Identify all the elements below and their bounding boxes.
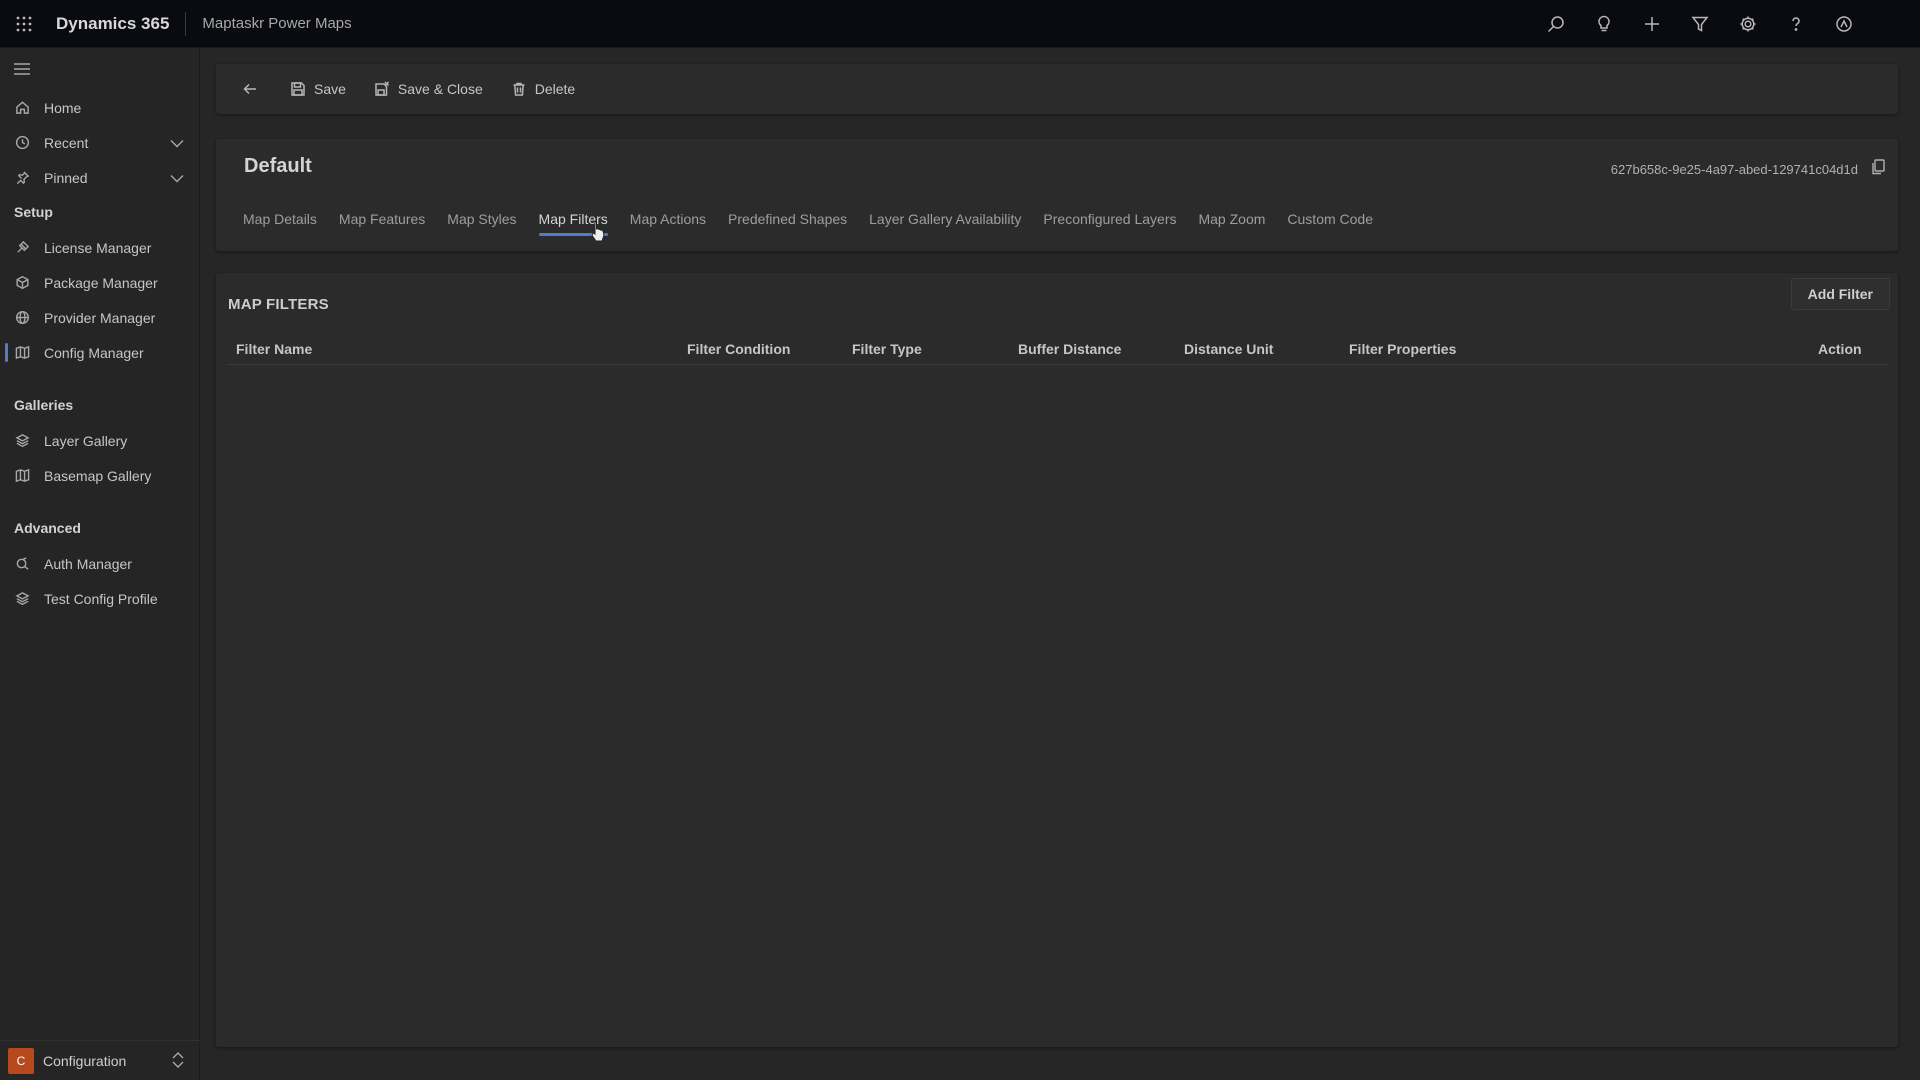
tab-layer-gallery-availability[interactable]: Layer Gallery Availability — [858, 209, 1032, 243]
area-badge: C — [8, 1047, 34, 1074]
area-label: Configuration — [43, 1052, 127, 1069]
license-icon — [14, 240, 30, 256]
tab-predefined-shapes[interactable]: Predefined Shapes — [717, 209, 858, 243]
sidebar-item-label: Layer Gallery — [44, 432, 128, 449]
sidebar-item-basemap-gallery[interactable]: Basemap Gallery — [0, 458, 199, 493]
delete-label: Delete — [534, 81, 576, 97]
chevron-down-icon[interactable] — [169, 135, 185, 154]
sidebar-item-label: Package Manager — [44, 274, 158, 291]
help-icon[interactable] — [1772, 0, 1820, 48]
gear-icon[interactable] — [1724, 0, 1772, 48]
record-header: Default 627b658c-9e25-4a97-abed-129741c0… — [216, 139, 1898, 251]
sidebar-item-pinned[interactable]: Pinned — [0, 160, 199, 195]
copilot-icon[interactable] — [1820, 0, 1868, 48]
brand-title[interactable]: Dynamics 365 — [48, 11, 187, 36]
command-bar: Save Save & Close Delete — [216, 64, 1898, 114]
sidebar-item-label: Config Manager — [44, 344, 144, 361]
tab-list: Map Details Map Features Map Styles Map … — [232, 209, 1384, 243]
layers-icon — [14, 591, 30, 607]
layers-icon — [14, 433, 30, 449]
app-name[interactable]: Maptaskr Power Maps — [186, 15, 351, 32]
copy-icon[interactable] — [1871, 159, 1886, 180]
section-header-setup: Setup — [14, 204, 53, 220]
tab-map-actions[interactable]: Map Actions — [619, 209, 717, 243]
filter-icon[interactable] — [1676, 0, 1724, 48]
save-close-label: Save & Close — [397, 81, 483, 97]
sidebar-item-label: Recent — [44, 134, 89, 151]
column-header-filter-properties[interactable]: Filter Properties — [1349, 341, 1456, 357]
record-id: 627b658c-9e25-4a97-abed-129741c04d1d — [1610, 162, 1858, 177]
top-actions — [1532, 0, 1868, 48]
column-header-buffer-distance[interactable]: Buffer Distance — [1018, 341, 1121, 357]
tab-preconfigured-layers[interactable]: Preconfigured Layers — [1032, 209, 1187, 243]
tab-map-styles[interactable]: Map Styles — [436, 209, 527, 243]
section-title: MAP FILTERS — [228, 296, 329, 313]
search-icon[interactable] — [1532, 0, 1580, 48]
sidebar-item-layer-gallery[interactable]: Layer Gallery — [0, 423, 199, 458]
sidebar-item-label: Auth Manager — [44, 555, 132, 572]
sidebar-item-label: Test Config Profile — [44, 590, 158, 607]
sidebar-item-label: Provider Manager — [44, 309, 156, 326]
tab-map-details[interactable]: Map Details — [232, 209, 328, 243]
save-button[interactable]: Save — [276, 64, 360, 114]
map-icon — [14, 468, 30, 484]
sidebar-item-label: License Manager — [44, 239, 152, 256]
sidebar: Home Recent Pinned Setup License Manager… — [0, 48, 200, 1080]
package-icon — [14, 275, 30, 291]
sidebar-item-label: Pinned — [44, 169, 88, 186]
tab-map-features[interactable]: Map Features — [328, 209, 436, 243]
clock-icon — [14, 135, 30, 151]
sidebar-item-recent[interactable]: Recent — [0, 125, 199, 160]
sidebar-item-test-config-profile[interactable]: Test Config Profile — [0, 581, 199, 616]
tab-map-zoom[interactable]: Map Zoom — [1187, 209, 1276, 243]
column-header-filter-type[interactable]: Filter Type — [852, 341, 922, 357]
arrow-left-icon — [243, 83, 256, 95]
home-icon — [14, 100, 30, 116]
back-button[interactable] — [216, 64, 276, 114]
add-filter-button[interactable]: Add Filter — [1790, 278, 1890, 310]
pin-icon — [14, 170, 30, 186]
area-switcher[interactable]: C Configuration — [0, 1040, 200, 1080]
save-close-button[interactable]: Save & Close — [360, 64, 497, 114]
globe-icon — [14, 310, 30, 326]
sidebar-item-license-manager[interactable]: License Manager — [0, 230, 199, 265]
app-launcher-icon[interactable] — [0, 0, 48, 48]
tab-custom-code[interactable]: Custom Code — [1276, 209, 1384, 243]
trash-icon — [513, 82, 525, 96]
auth-icon — [14, 556, 30, 572]
top-bar: Dynamics 365 Maptaskr Power Maps — [0, 0, 1920, 48]
sidebar-item-auth-manager[interactable]: Auth Manager — [0, 546, 199, 581]
chevron-down-icon[interactable] — [169, 170, 185, 189]
main-content: Save Save & Close Delete Default 627b658… — [200, 48, 1920, 1080]
save-label: Save — [314, 81, 346, 97]
save-icon — [291, 82, 305, 96]
sidebar-item-label: Home — [44, 99, 82, 116]
lightbulb-icon[interactable] — [1580, 0, 1628, 48]
save-close-icon — [375, 81, 389, 96]
sidebar-item-label: Basemap Gallery — [44, 467, 152, 484]
hamburger-menu-icon[interactable] — [0, 48, 199, 90]
plus-icon[interactable] — [1628, 0, 1676, 48]
column-header-filter-name[interactable]: Filter Name — [236, 341, 312, 357]
map-icon — [14, 345, 30, 361]
chevron-updown-icon[interactable] — [170, 1051, 186, 1074]
map-filters-section: MAP FILTERS Add Filter Filter Name Filte… — [216, 273, 1898, 1047]
sidebar-item-home[interactable]: Home — [0, 90, 199, 125]
record-title: Default — [244, 155, 312, 177]
delete-button[interactable]: Delete — [497, 64, 589, 114]
grid-header: Filter Name Filter Condition Filter Type… — [228, 333, 1888, 365]
column-header-action[interactable]: Action — [1818, 341, 1862, 357]
section-header-advanced: Advanced — [14, 520, 81, 536]
sidebar-item-package-manager[interactable]: Package Manager — [0, 265, 199, 300]
column-header-distance-unit[interactable]: Distance Unit — [1184, 341, 1273, 357]
mouse-cursor-icon — [590, 220, 606, 247]
sidebar-item-config-manager[interactable]: Config Manager — [0, 335, 199, 370]
sidebar-item-provider-manager[interactable]: Provider Manager — [0, 300, 199, 335]
column-header-filter-condition[interactable]: Filter Condition — [687, 341, 790, 357]
section-header-galleries: Galleries — [14, 397, 74, 413]
